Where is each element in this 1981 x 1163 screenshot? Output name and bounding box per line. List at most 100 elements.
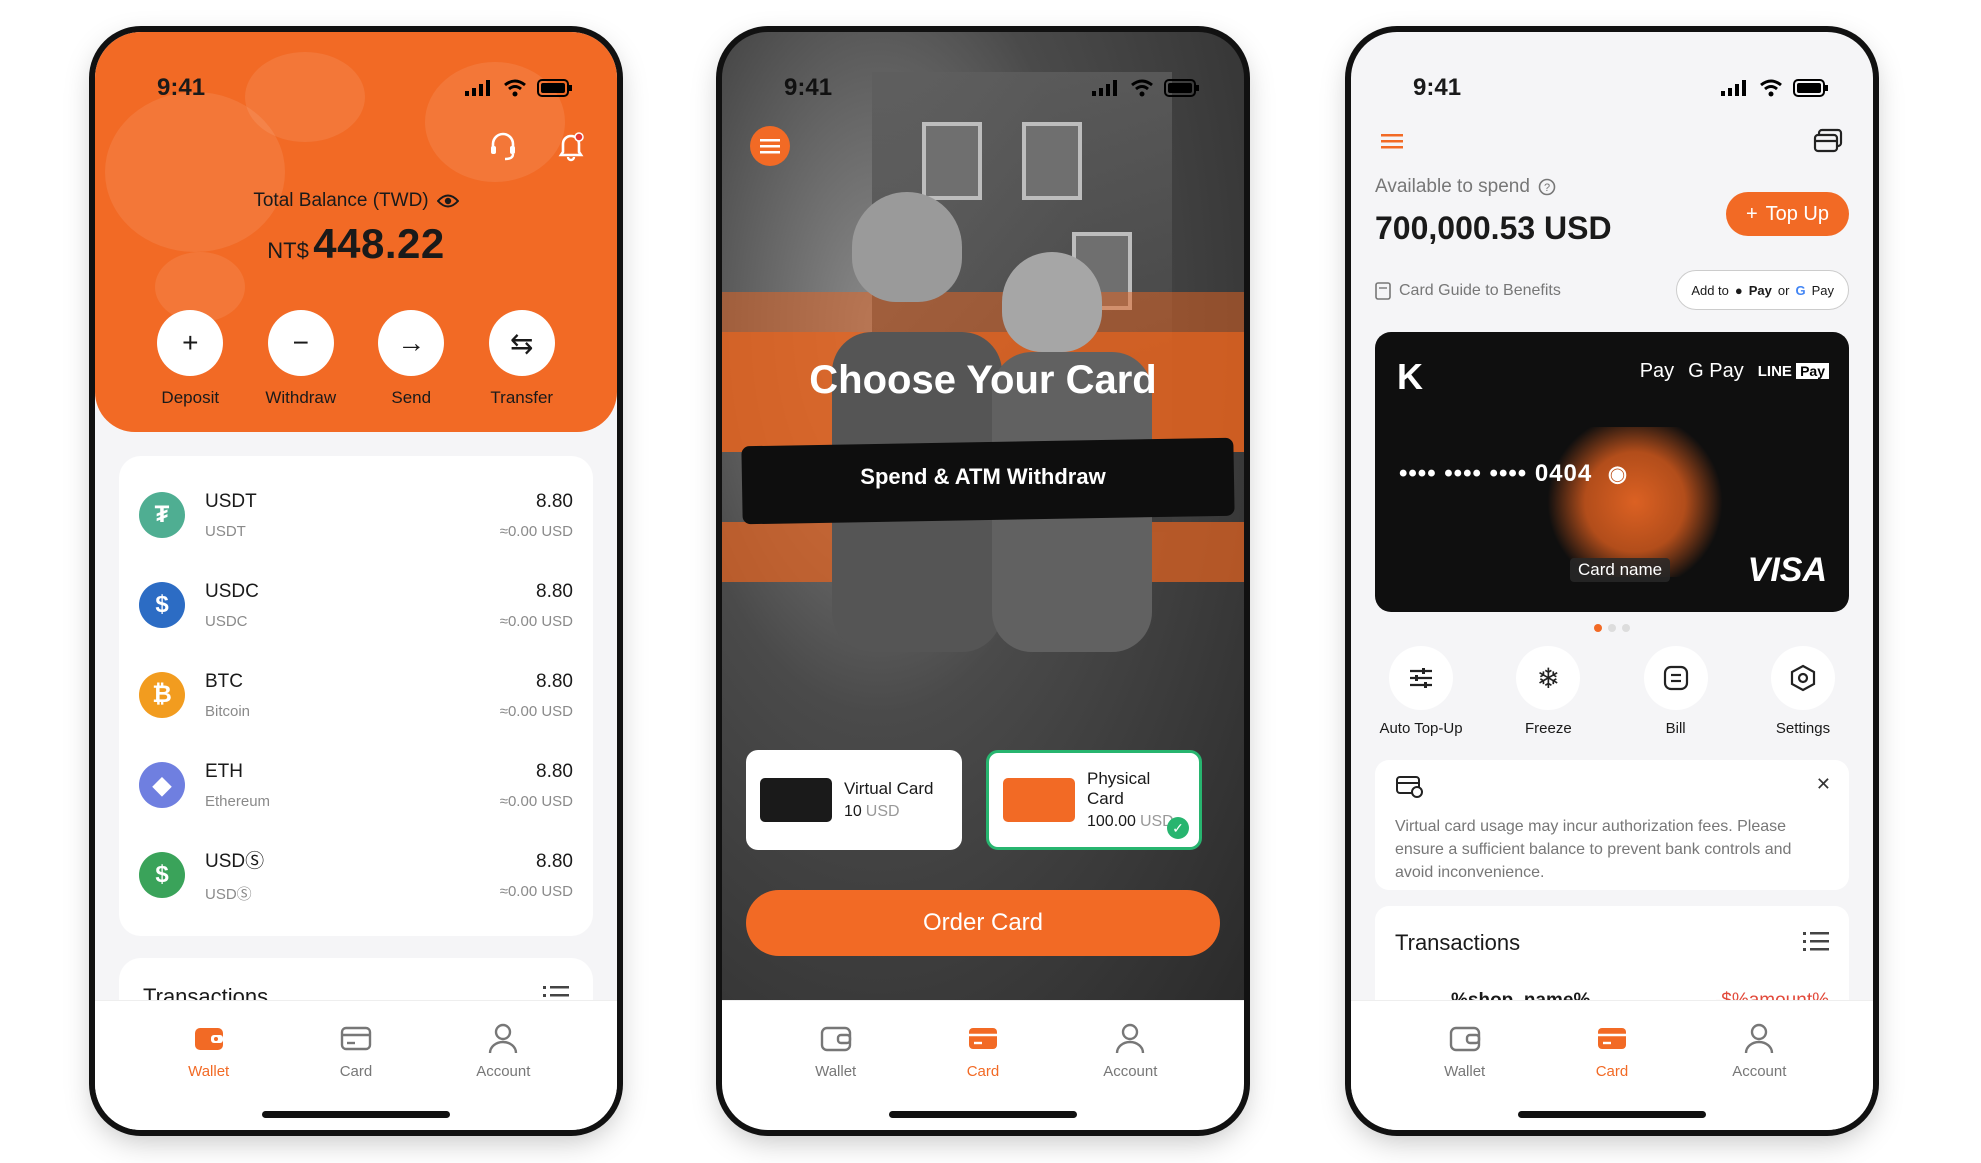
coin-usd-value: ≈0.00 USD [499, 612, 573, 630]
balance-currency: NT$ [267, 238, 309, 263]
plus-icon: + [157, 310, 224, 376]
home-indicator [889, 1111, 1077, 1118]
card-icon [968, 1028, 997, 1049]
coin-amount: 8.80 [536, 580, 573, 602]
virtual-card-option[interactable]: Virtual Card 10 USD [746, 750, 962, 850]
bill-label: Bill [1665, 720, 1686, 737]
carousel-dot[interactable] [1622, 624, 1630, 632]
send-button[interactable]: → Send [371, 310, 451, 408]
transfer-button[interactable]: ⇆ Transfer [482, 310, 562, 408]
coin-symbol: BTC [205, 670, 243, 692]
wallet-icon [820, 1026, 851, 1052]
settings-hex-icon [1790, 664, 1816, 692]
card-fee-icon [1396, 776, 1423, 798]
card-wallet-logos: Pay G Pay LINE Pay [1640, 360, 1829, 383]
carousel-dot[interactable] [1594, 624, 1602, 632]
coin-row-usdc[interactable]: $ USDC USDC 8.80 ≈0.00 USD [139, 560, 573, 650]
wallet-actions: + Deposit − Withdraw → Send ⇆ Transfer [95, 310, 617, 408]
option-name: Physical Card [1087, 769, 1151, 808]
or-label: or [1777, 282, 1790, 298]
bill-button[interactable]: Bill [1616, 646, 1736, 737]
list-icon[interactable] [1803, 930, 1829, 952]
bank-card[interactable]: K Pay G Pay LINE Pay •••• •••• •••• 0404… [1375, 332, 1849, 612]
freeze-button[interactable]: ❄ Freeze [1488, 646, 1608, 737]
tab-wallet[interactable]: Wallet [781, 1021, 891, 1130]
coin-amount: 8.80 [536, 850, 573, 872]
withdraw-button[interactable]: − Withdraw [261, 310, 341, 408]
coin-row-usds[interactable]: $ USDⓈ USDⓈ 8.80 ≈0.00 USD [139, 830, 573, 920]
usdc-icon: $ [139, 582, 185, 628]
deposit-button[interactable]: + Deposit [150, 310, 230, 408]
tab-account[interactable]: Account [448, 1021, 558, 1130]
snowflake-icon: ❄ [1536, 662, 1561, 694]
available-label-row: Available to spend ? [1375, 176, 1556, 198]
menu-button[interactable] [750, 126, 790, 166]
tab-label: Account [1732, 1063, 1787, 1080]
status-time: 9:41 [784, 74, 833, 101]
minus-icon: − [267, 310, 334, 376]
coin-amount: 8.80 [536, 490, 573, 512]
auto-top-up-button[interactable]: Auto Top-Up [1361, 646, 1481, 737]
option-price: 100.00 [1087, 813, 1136, 830]
top-up-button[interactable]: + Top Up [1725, 192, 1849, 236]
dollar-icon: $ [139, 852, 185, 898]
status-bar: 9:41 [1351, 32, 1873, 118]
tab-label: Wallet [815, 1063, 857, 1080]
tab-account[interactable]: Account [1075, 1021, 1185, 1130]
card-guide-link[interactable]: Card Guide to Benefits [1375, 282, 1561, 300]
fee-notice: ✕ Virtual card usage may incur authoriza… [1375, 760, 1849, 890]
freeze-label: Freeze [1524, 720, 1572, 737]
card-icon [340, 1026, 372, 1051]
tab-wallet[interactable]: Wallet [1410, 1021, 1520, 1130]
tab-label: Account [1103, 1063, 1158, 1080]
carousel-dots [1351, 624, 1873, 632]
tab-label: Account [476, 1063, 531, 1080]
battery-icon [1793, 79, 1828, 97]
add-to-wallet-button[interactable]: Add to ● Pay or G Pay [1676, 270, 1849, 310]
support-icon[interactable] [485, 128, 521, 164]
battery-icon [537, 79, 572, 97]
eye-icon[interactable]: ◉ [1608, 461, 1628, 486]
notification-bell-icon[interactable] [553, 128, 589, 164]
card-screen: 9:41 Available to spend ? 700,000.53 USD… [1351, 32, 1873, 1130]
coin-row-eth[interactable]: ◆ ETH Ethereum 8.80 ≈0.00 USD [139, 740, 573, 830]
coin-name: USDC [205, 612, 248, 630]
physical-card-option[interactable]: Physical Card 100.00 USD ✓ [986, 750, 1202, 850]
coin-usd-value: ≈0.00 USD [499, 792, 573, 810]
tab-wallet[interactable]: Wallet [154, 1021, 264, 1130]
hamburger-icon [760, 139, 780, 154]
send-label: Send [391, 388, 432, 407]
notice-text: Virtual card usage may incur authorizati… [1395, 818, 1792, 882]
coin-row-usdt[interactable]: ₮ USDT USDT 8.80 ≈0.00 USD [139, 470, 573, 560]
balance-label-row: Total Balance (TWD) [95, 190, 617, 212]
cards-icon[interactable] [1813, 128, 1843, 154]
coin-symbol: ETH [205, 760, 243, 782]
help-icon[interactable]: ? [1538, 178, 1556, 196]
card-number-text: •••• •••• •••• 0404 [1399, 460, 1593, 487]
coin-row-btc[interactable]: ₿ BTC Bitcoin 8.80 ≈0.00 USD [139, 650, 573, 740]
google-pay-label: Pay [1811, 282, 1834, 298]
card-actions: Auto Top-Up ❄ Freeze Bill Settings [1361, 646, 1863, 737]
available-label: Available to spend [1375, 176, 1530, 197]
option-unit: USD [865, 803, 900, 820]
card-number: •••• •••• •••• 0404 ◉ [1399, 460, 1628, 488]
withdraw-label: Withdraw [265, 388, 337, 407]
settings-button[interactable]: Settings [1743, 646, 1863, 737]
wallet-screen: 9:41 Total Balance (TWD) NT$ 448.22 + De… [95, 32, 617, 1130]
tab-label: Card [966, 1063, 1000, 1080]
order-card-button[interactable]: Order Card [746, 890, 1220, 956]
eye-icon[interactable] [436, 193, 459, 209]
card-artwork [1535, 427, 1735, 577]
choose-card-screen: 9:41 Choose Your Card Spend & ATM Withdr… [722, 32, 1244, 1130]
close-icon[interactable]: ✕ [1816, 774, 1831, 795]
coin-usd-value: ≈0.00 USD [499, 702, 573, 720]
sliders-icon [1410, 668, 1432, 688]
hamburger-icon[interactable] [1381, 133, 1403, 149]
status-bar: 9:41 [95, 32, 617, 118]
tab-account[interactable]: Account [1704, 1021, 1814, 1130]
carousel-dot[interactable] [1608, 624, 1616, 632]
balance-label: Total Balance (TWD) [253, 190, 429, 211]
tab-label: Card [339, 1063, 373, 1080]
transactions-title: Transactions [1395, 930, 1521, 955]
arrow-right-icon: → [378, 310, 445, 376]
